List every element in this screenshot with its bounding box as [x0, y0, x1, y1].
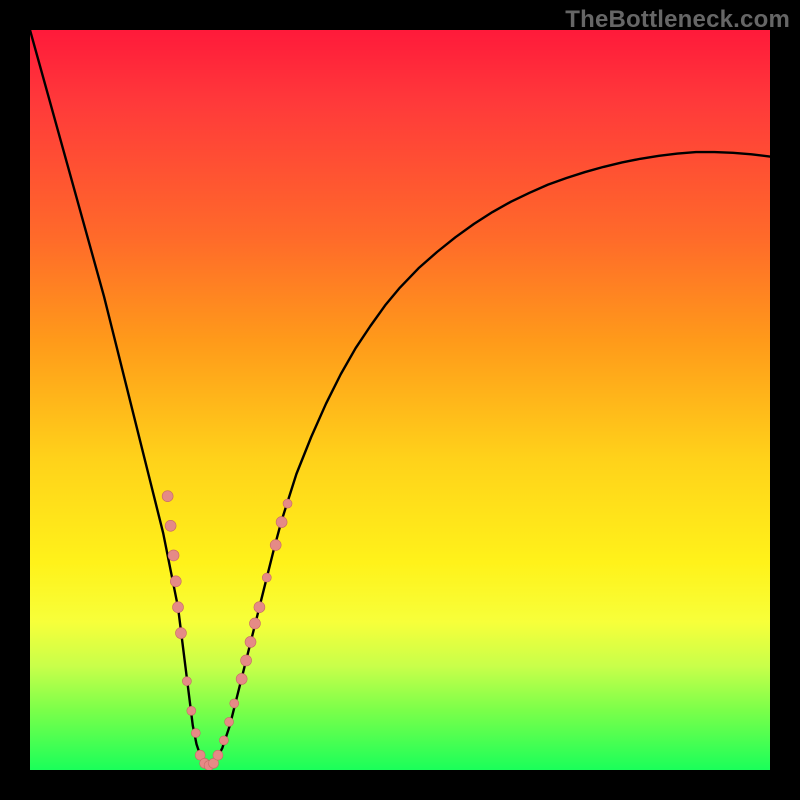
data-marker: [249, 618, 260, 629]
data-marker: [168, 550, 179, 561]
data-marker: [213, 750, 223, 760]
plot-area: [30, 30, 770, 770]
chart-canvas: [30, 30, 770, 770]
data-marker: [225, 717, 234, 726]
data-marker: [254, 602, 265, 613]
data-marker: [241, 655, 252, 666]
watermark-label: TheBottleneck.com: [565, 6, 790, 34]
data-marker: [173, 602, 184, 613]
data-marker: [219, 736, 228, 745]
data-marker: [270, 540, 281, 551]
data-marker: [262, 573, 271, 582]
data-marker: [276, 517, 287, 528]
data-marker: [170, 576, 181, 587]
data-marker: [165, 520, 176, 531]
data-marker: [187, 706, 196, 715]
bottleneck-curve: [30, 30, 770, 766]
chart-frame: TheBottleneck.com: [0, 0, 800, 800]
data-marker: [230, 699, 239, 708]
data-marker: [182, 677, 191, 686]
data-marker: [236, 673, 247, 684]
data-marker: [245, 636, 256, 647]
data-marker: [191, 729, 200, 738]
data-marker: [283, 499, 292, 508]
data-marker: [162, 491, 173, 502]
data-marker: [175, 628, 186, 639]
